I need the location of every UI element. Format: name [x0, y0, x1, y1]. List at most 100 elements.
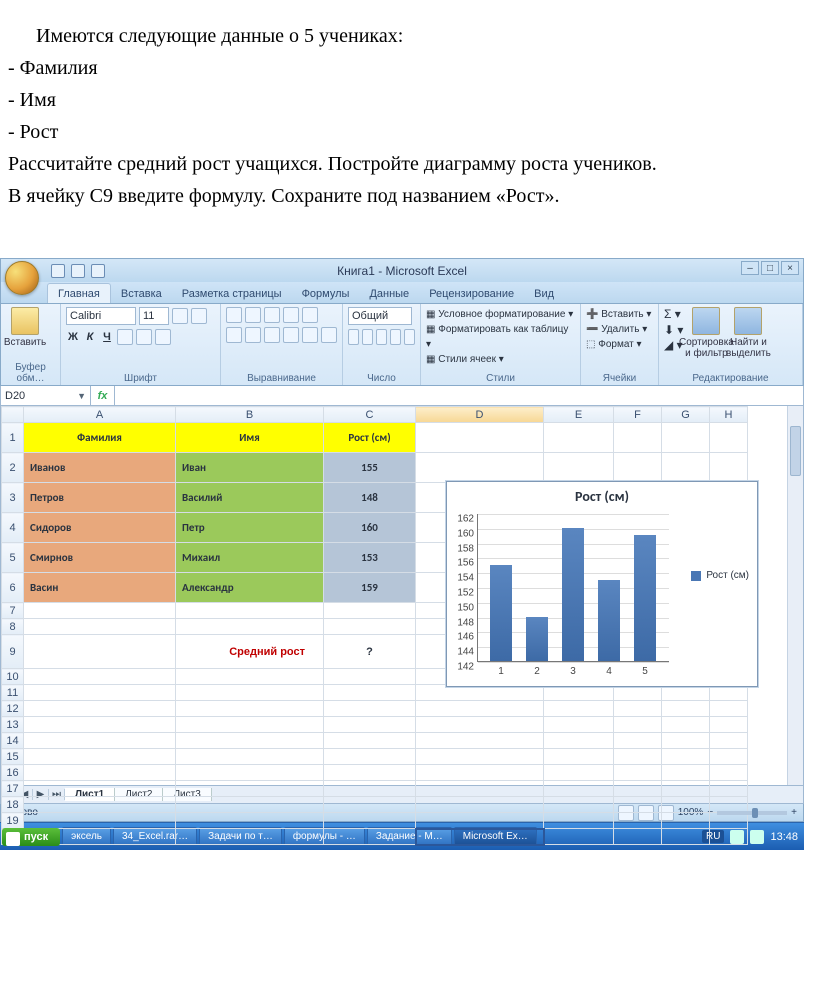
- cell-B1[interactable]: Имя: [176, 423, 324, 453]
- cond-format-button[interactable]: ▦ Условное форматирование ▾: [426, 307, 575, 322]
- tab-insert[interactable]: Вставка: [111, 284, 172, 303]
- number-format-select[interactable]: Общий: [348, 307, 412, 325]
- find-select-button[interactable]: Найти и выделить: [729, 307, 767, 359]
- zoom-slider[interactable]: [717, 811, 787, 815]
- cell-B5[interactable]: Михаил: [176, 543, 324, 573]
- row-header[interactable]: 2: [2, 453, 24, 483]
- cell-C9[interactable]: ?: [324, 635, 416, 669]
- orientation-icon[interactable]: [283, 307, 299, 323]
- tab-data[interactable]: Данные: [359, 284, 419, 303]
- row-header[interactable]: 10: [2, 669, 24, 685]
- align-top-icon[interactable]: [226, 307, 242, 323]
- tab-home[interactable]: Главная: [47, 283, 111, 303]
- vertical-scrollbar[interactable]: [787, 406, 803, 785]
- col-header-D[interactable]: D: [416, 407, 544, 423]
- borders-icon[interactable]: [117, 329, 133, 345]
- font-name-select[interactable]: Calibri: [66, 307, 136, 325]
- align-mid-icon[interactable]: [245, 307, 261, 323]
- autosum-icon[interactable]: Σ ▾: [664, 307, 683, 323]
- cell-B6[interactable]: Александр: [176, 573, 324, 603]
- row-header[interactable]: 18: [2, 797, 24, 813]
- tray-icon[interactable]: [750, 830, 764, 844]
- cell-B2[interactable]: Иван: [176, 453, 324, 483]
- row-header[interactable]: 11: [2, 685, 24, 701]
- row-header[interactable]: 9: [2, 635, 24, 669]
- office-button[interactable]: [5, 261, 39, 295]
- align-right-icon[interactable]: [264, 327, 280, 343]
- cell-C6[interactable]: 159: [324, 573, 416, 603]
- formula-bar[interactable]: [115, 386, 803, 405]
- underline-button[interactable]: Ч: [100, 331, 114, 343]
- font-color-icon[interactable]: [155, 329, 171, 345]
- cell-A3[interactable]: Петров: [24, 483, 176, 513]
- cell-C4[interactable]: 160: [324, 513, 416, 543]
- col-header-H[interactable]: H: [710, 407, 748, 423]
- row-header[interactable]: 7: [2, 603, 24, 619]
- maximize-button[interactable]: □: [761, 261, 779, 275]
- col-header-C[interactable]: C: [324, 407, 416, 423]
- paste-button[interactable]: Вставить: [6, 307, 44, 348]
- fill-color-icon[interactable]: [136, 329, 152, 345]
- indent-dec-icon[interactable]: [283, 327, 299, 343]
- comma-icon[interactable]: [376, 329, 387, 345]
- row-header[interactable]: 6: [2, 573, 24, 603]
- chart[interactable]: Рост (см) 142144146148150152154156158160…: [446, 481, 758, 687]
- fx-icon[interactable]: fx: [91, 386, 115, 405]
- row-header[interactable]: 3: [2, 483, 24, 513]
- save-icon[interactable]: [51, 264, 65, 278]
- tab-review[interactable]: Рецензирование: [419, 284, 524, 303]
- row-header[interactable]: 19: [2, 813, 24, 829]
- close-button[interactable]: ×: [781, 261, 799, 275]
- cell-B4[interactable]: Петр: [176, 513, 324, 543]
- align-left-icon[interactable]: [226, 327, 242, 343]
- minimize-button[interactable]: –: [741, 261, 759, 275]
- format-cells-button[interactable]: ⬚ Формат ▾: [586, 337, 653, 352]
- cell-A6[interactable]: Васин: [24, 573, 176, 603]
- col-header-B[interactable]: B: [176, 407, 324, 423]
- indent-inc-icon[interactable]: [302, 327, 318, 343]
- col-header-A[interactable]: A: [24, 407, 176, 423]
- row-header[interactable]: 5: [2, 543, 24, 573]
- shrink-font-icon[interactable]: [191, 308, 207, 324]
- tab-view[interactable]: Вид: [524, 284, 564, 303]
- cell-A4[interactable]: Сидоров: [24, 513, 176, 543]
- col-header-E[interactable]: E: [544, 407, 614, 423]
- cell-A5[interactable]: Смирнов: [24, 543, 176, 573]
- cell-A2[interactable]: Иванов: [24, 453, 176, 483]
- wrap-text-icon[interactable]: [302, 307, 318, 323]
- row-header[interactable]: 15: [2, 749, 24, 765]
- tab-formulas[interactable]: Формулы: [292, 284, 360, 303]
- redo-icon[interactable]: [91, 264, 105, 278]
- cell-C3[interactable]: 148: [324, 483, 416, 513]
- tab-page-layout[interactable]: Разметка страницы: [172, 284, 292, 303]
- cell-C1[interactable]: Рост (см): [324, 423, 416, 453]
- percent-icon[interactable]: [362, 329, 373, 345]
- row-header[interactable]: 1: [2, 423, 24, 453]
- format-table-button[interactable]: ▦ Форматировать как таблицу ▾: [426, 322, 575, 352]
- bold-button[interactable]: Ж: [66, 331, 80, 343]
- sort-filter-button[interactable]: Сортировка и фильтр: [687, 307, 725, 359]
- cell-B9[interactable]: Средний рост: [176, 635, 324, 669]
- row-header[interactable]: 12: [2, 701, 24, 717]
- dec-decimal-icon[interactable]: [404, 329, 415, 345]
- cell-C5[interactable]: 153: [324, 543, 416, 573]
- delete-cells-button[interactable]: ➖ Удалить ▾: [586, 322, 653, 337]
- italic-button[interactable]: К: [83, 331, 97, 343]
- col-header-G[interactable]: G: [662, 407, 710, 423]
- align-bot-icon[interactable]: [264, 307, 280, 323]
- row-header[interactable]: 8: [2, 619, 24, 635]
- insert-cells-button[interactable]: ➕ Вставить ▾: [586, 307, 653, 322]
- row-header[interactable]: 17: [2, 781, 24, 797]
- row-header[interactable]: 16: [2, 765, 24, 781]
- name-box[interactable]: D20▼: [1, 386, 91, 405]
- cell-styles-button[interactable]: ▦ Стили ячеек ▾: [426, 352, 575, 367]
- select-all-corner[interactable]: [2, 407, 24, 423]
- start-button[interactable]: пуск: [2, 828, 60, 846]
- fill-icon[interactable]: ⬇ ▾: [664, 323, 683, 339]
- align-center-icon[interactable]: [245, 327, 261, 343]
- zoom-in-button[interactable]: +: [791, 807, 797, 818]
- grow-font-icon[interactable]: [172, 308, 188, 324]
- font-size-select[interactable]: 11: [139, 307, 169, 325]
- cell-A1[interactable]: Фамилия: [24, 423, 176, 453]
- currency-icon[interactable]: [348, 329, 359, 345]
